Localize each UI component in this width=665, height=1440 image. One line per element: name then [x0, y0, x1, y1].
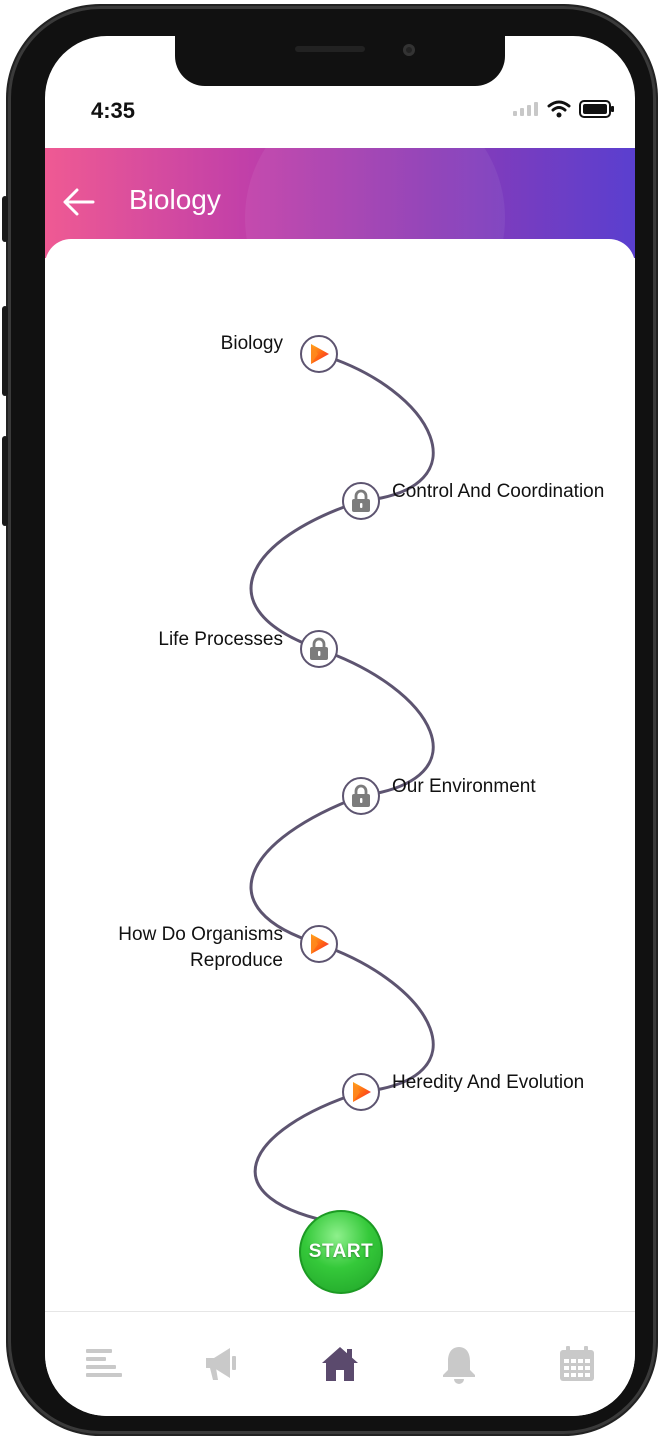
- side-button: [2, 436, 8, 526]
- nav-calendar[interactable]: [555, 1342, 599, 1386]
- side-button: [2, 306, 8, 396]
- lock-icon: [352, 489, 370, 512]
- topic-label[interactable]: Control And Coordination: [392, 479, 604, 505]
- battery-icon: [579, 100, 614, 118]
- play-icon: [311, 344, 329, 364]
- camera: [403, 44, 415, 56]
- topic-node-biology[interactable]: [300, 335, 338, 373]
- topic-label[interactable]: Our Environment: [392, 774, 536, 800]
- topic-label[interactable]: Heredity And Evolution: [392, 1070, 584, 1096]
- calendar-icon: [560, 1346, 594, 1381]
- side-button: [2, 196, 8, 242]
- nav-announcements[interactable]: [200, 1342, 244, 1386]
- topic-label[interactable]: Biology: [221, 331, 283, 357]
- topic-node-control-and-coordination[interactable]: [342, 482, 380, 520]
- lock-icon: [310, 637, 328, 660]
- back-button[interactable]: [59, 184, 99, 220]
- learning-path-curve: [249, 352, 435, 1226]
- bottom-nav: [45, 1311, 635, 1416]
- topic-node-heredity-and-evolution[interactable]: [342, 1073, 380, 1111]
- lock-icon: [352, 784, 370, 807]
- bell-icon: [442, 1347, 475, 1384]
- nav-menu[interactable]: [81, 1342, 125, 1386]
- nav-home[interactable]: [318, 1342, 362, 1386]
- play-icon: [353, 1082, 371, 1102]
- page-title: Biology: [129, 184, 221, 215]
- topic-node-our-environment[interactable]: [342, 777, 380, 815]
- back-arrow-icon: [63, 188, 95, 216]
- phone-frame: 4:35 Biology Biology Control And Coordin…: [2, 6, 656, 1434]
- app-screen: 4:35 Biology Biology Control And Coordin…: [45, 36, 635, 1416]
- nav-notifications[interactable]: [437, 1342, 481, 1386]
- topic-label[interactable]: How Do Organisms Reproduce: [83, 922, 283, 974]
- status-time: 4:35: [91, 98, 136, 123]
- menu-icon: [86, 1349, 122, 1377]
- topic-label[interactable]: Life Processes: [158, 627, 283, 653]
- signal-icon: [513, 102, 538, 116]
- megaphone-icon: [205, 1348, 236, 1380]
- play-icon: [311, 934, 329, 954]
- learning-path: Biology Control And Coordination Life Pr…: [45, 239, 635, 1309]
- wifi-icon: [547, 100, 571, 118]
- notch: [175, 36, 505, 86]
- home-icon: [322, 1347, 358, 1381]
- start-button[interactable]: START: [299, 1210, 383, 1294]
- status-icons: [513, 100, 615, 118]
- speaker: [295, 46, 365, 52]
- topic-node-life-processes[interactable]: [300, 630, 338, 668]
- topic-node-how-do-organisms-reproduce[interactable]: [300, 925, 338, 963]
